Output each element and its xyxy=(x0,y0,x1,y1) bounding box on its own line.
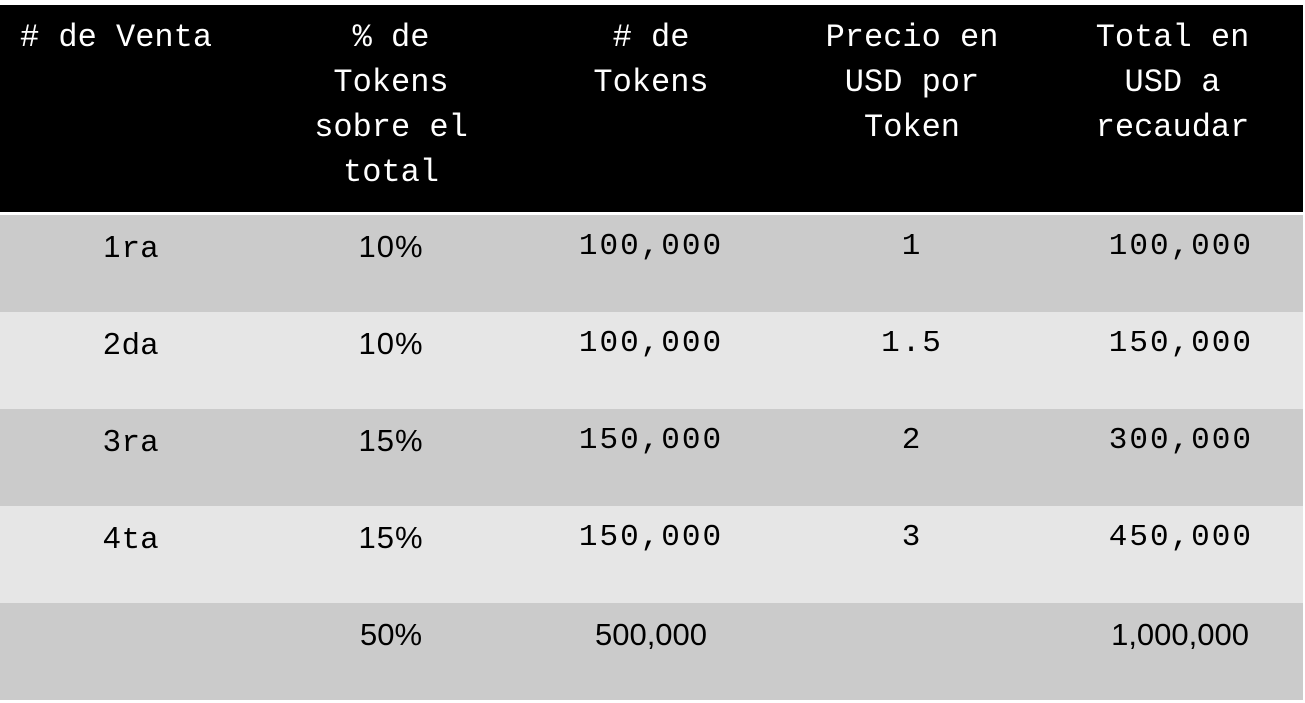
cell-tokens: 150,000 xyxy=(578,520,724,555)
venta-suffix: ta xyxy=(121,523,159,558)
header-venta: # de Venta xyxy=(20,19,213,56)
table-body: 1ra 10% 100,000 1 100,000 2da 10% 100,00… xyxy=(0,212,1303,700)
cell-total: 100,000 xyxy=(1108,229,1253,264)
venta-suffix: da xyxy=(121,329,159,364)
cell-tokens: 100,000 xyxy=(578,229,724,264)
total-pct: 50% xyxy=(359,617,423,652)
cell-pct: 15% xyxy=(358,520,424,555)
cell-total: 450,000 xyxy=(1108,520,1253,555)
table-row: 4ta 15% 150,000 3 450,000 xyxy=(0,506,1303,603)
total-venta xyxy=(0,603,262,700)
cell-pct: 10% xyxy=(358,326,424,361)
total-tokens: 500,000 xyxy=(594,617,708,652)
total-usd: 1,000,000 xyxy=(1111,617,1249,652)
venta-number: 2 xyxy=(103,326,122,361)
cell-venta: 4ta xyxy=(0,506,262,603)
token-sale-table-container: # de Venta % de Tokens sobre el total # … xyxy=(0,5,1303,703)
venta-number: 1 xyxy=(103,229,122,264)
cell-venta: 1ra xyxy=(0,215,262,312)
venta-suffix: ra xyxy=(121,232,159,267)
cell-precio: 2 xyxy=(901,423,923,458)
cell-pct: 15% xyxy=(358,423,424,458)
cell-precio: 1.5 xyxy=(881,326,943,361)
cell-total: 300,000 xyxy=(1108,423,1253,458)
cell-venta: 2da xyxy=(0,312,262,409)
cell-venta: 3ra xyxy=(0,409,262,506)
total-precio xyxy=(782,603,1042,700)
totals-row: 50% 500,000 1,000,000 xyxy=(0,603,1303,700)
cell-precio: 1 xyxy=(901,229,923,264)
table-row: 2da 10% 100,000 1.5 150,000 xyxy=(0,312,1303,409)
cell-tokens: 100,000 xyxy=(578,326,724,361)
cell-precio: 3 xyxy=(901,520,923,555)
venta-number: 4 xyxy=(103,520,122,555)
venta-suffix: ra xyxy=(121,426,159,461)
header-pct-tokens: % de Tokens sobre el total xyxy=(314,19,468,191)
header-row: # de Venta % de Tokens sobre el total # … xyxy=(0,5,1303,212)
header-num-tokens: # de Tokens xyxy=(593,19,709,101)
cell-pct: 10% xyxy=(358,229,424,264)
token-sale-table: # de Venta % de Tokens sobre el total # … xyxy=(0,5,1303,700)
venta-number: 3 xyxy=(103,423,122,458)
table-header: # de Venta % de Tokens sobre el total # … xyxy=(0,5,1303,212)
table-row: 3ra 15% 150,000 2 300,000 xyxy=(0,409,1303,506)
cell-total: 150,000 xyxy=(1108,326,1253,361)
cell-tokens: 150,000 xyxy=(578,423,724,458)
header-precio-usd: Precio en USD por Token xyxy=(825,19,999,146)
table-row: 1ra 10% 100,000 1 100,000 xyxy=(0,215,1303,312)
header-total-usd: Total en USD a recaudar xyxy=(1095,19,1250,146)
